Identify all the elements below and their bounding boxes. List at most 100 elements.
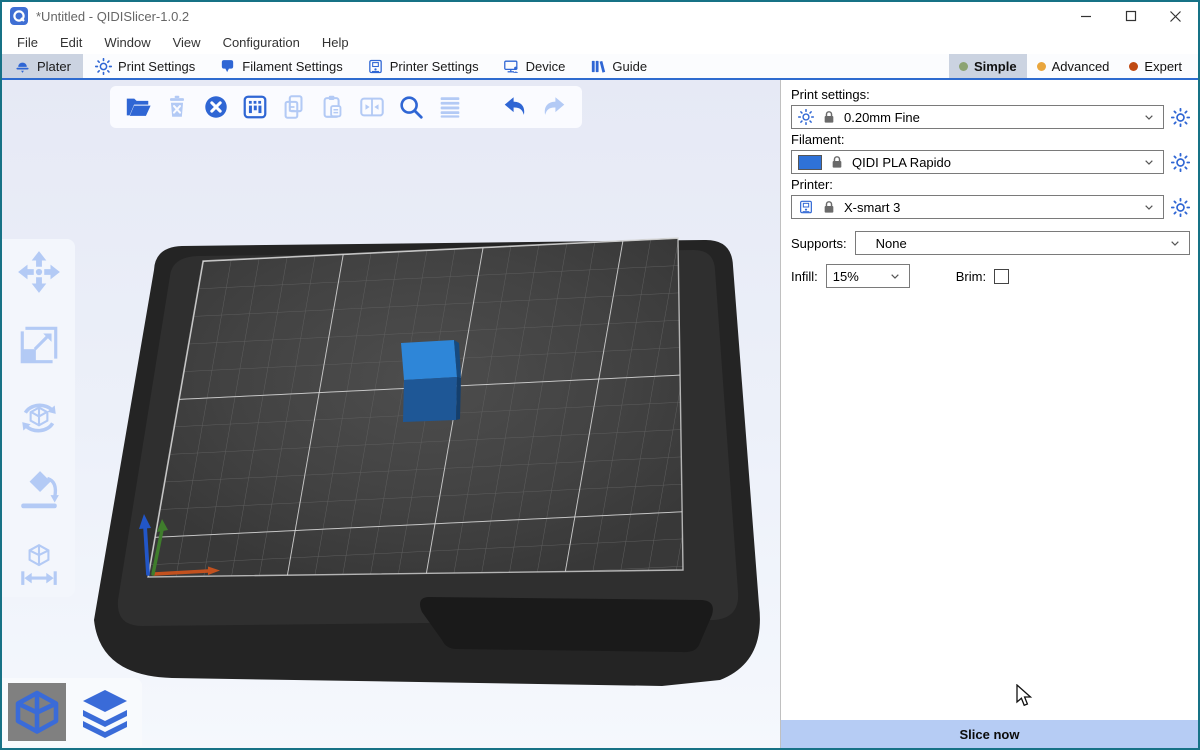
print-settings-label: Print settings: [791,87,1190,102]
supports-label: Supports: [791,236,847,251]
tab-label: Guide [612,59,647,74]
printer-combo[interactable]: X-smart 3 [791,195,1164,219]
mode-switcher: Simple Advanced Expert [949,54,1198,78]
move-tool-button[interactable] [16,249,62,295]
place-on-face-tool-button[interactable] [16,468,62,514]
chevron-down-icon [1167,235,1183,251]
printer-icon [367,58,384,75]
open-folder-button[interactable] [123,92,153,122]
tab-label: Filament Settings [242,59,342,74]
menu-window[interactable]: Window [93,33,161,52]
infill-combo[interactable]: 15% [826,264,910,288]
mode-label: Simple [974,59,1017,74]
tab-print-settings[interactable]: Print Settings [83,54,207,78]
tab-label: Print Settings [118,59,195,74]
app-window: *Untitled - QIDISlicer-1.0.2 File Edit W… [0,0,1200,750]
tab-plater[interactable]: Plater [2,54,83,78]
scale-tool-button[interactable] [16,322,62,368]
plate-handle [420,597,713,652]
tab-label: Plater [37,59,71,74]
infill-label: Infill: [791,269,818,284]
brim-checkbox[interactable] [994,269,1009,284]
3d-view-button[interactable] [8,683,66,741]
lock-icon [821,199,837,215]
title-bar: *Untitled - QIDISlicer-1.0.2 [2,2,1198,30]
guide-icon [589,58,606,75]
mode-expert[interactable]: Expert [1119,54,1192,78]
view-switch [2,678,142,746]
lock-icon [829,154,845,170]
printer-value: X-smart 3 [844,200,900,215]
tab-printer-settings[interactable]: Printer Settings [355,54,491,78]
minimize-button[interactable] [1063,2,1108,30]
maximize-button[interactable] [1108,2,1153,30]
close-button[interactable] [1153,2,1198,30]
3d-viewport[interactable] [2,80,780,748]
mode-label: Expert [1144,59,1182,74]
device-icon [503,58,520,75]
plater-icon [14,58,31,75]
build-plate-scene [2,80,780,748]
undo-button[interactable] [500,92,530,122]
infill-value: 15% [833,269,859,284]
menu-bar: File Edit Window View Configuration Help [2,30,1198,54]
print-settings-value: 0.20mm Fine [844,110,920,125]
copy-button[interactable] [279,92,309,122]
filament-combo[interactable]: QIDI PLA Rapido [791,150,1164,174]
layers-view-button[interactable] [76,683,134,741]
rotate-tool-button[interactable] [16,395,62,441]
plater-toolbar [110,86,582,128]
tab-bar: Plater Print Settings Filament Settings … [2,54,1198,80]
filament-value: QIDI PLA Rapido [852,155,951,170]
printer-icon [798,199,814,215]
variable-layer-height-button[interactable] [435,92,465,122]
brim-label: Brim: [956,269,986,284]
arrange-button[interactable] [240,92,270,122]
simple-dot-icon [959,62,968,71]
supports-combo[interactable]: None [855,231,1190,255]
window-title: *Untitled - QIDISlicer-1.0.2 [36,9,189,24]
lock-icon [821,109,837,125]
gizmo-toolbar [2,239,75,597]
chevron-down-icon [1141,199,1157,215]
filament-label: Filament: [791,132,1190,147]
chevron-down-icon [1141,154,1157,170]
print-settings-combo[interactable]: 0.20mm Fine [791,105,1164,129]
gear-icon [95,58,112,75]
measure-tool-button[interactable] [16,541,62,587]
slice-now-button[interactable]: Slice now [781,720,1198,748]
menu-edit[interactable]: Edit [49,33,93,52]
supports-value: None [862,236,907,251]
filament-color-swatch [798,155,822,170]
mouse-cursor [1016,684,1034,708]
tab-filament-settings[interactable]: Filament Settings [207,54,354,78]
printer-label: Printer: [791,177,1190,192]
menu-help[interactable]: Help [311,33,360,52]
chevron-down-icon [887,268,903,284]
split-objects-button[interactable] [357,92,387,122]
mode-advanced[interactable]: Advanced [1027,54,1120,78]
chevron-down-icon [1141,109,1157,125]
model-cube[interactable] [401,340,461,422]
menu-configuration[interactable]: Configuration [212,33,311,52]
tab-label: Device [526,59,566,74]
tab-device[interactable]: Device [491,54,578,78]
delete-all-button[interactable] [201,92,231,122]
expert-dot-icon [1129,62,1138,71]
filament-icon [219,58,236,75]
edit-filament-button[interactable] [1171,153,1190,172]
search-button[interactable] [396,92,426,122]
redo-button[interactable] [539,92,569,122]
tab-label: Printer Settings [390,59,479,74]
edit-printer-button[interactable] [1171,198,1190,217]
gear-icon [798,109,814,125]
edit-print-settings-button[interactable] [1171,108,1190,127]
tab-guide[interactable]: Guide [577,54,659,78]
menu-view[interactable]: View [162,33,212,52]
paste-button[interactable] [318,92,348,122]
advanced-dot-icon [1037,62,1046,71]
delete-button[interactable] [162,92,192,122]
menu-file[interactable]: File [6,33,49,52]
mode-label: Advanced [1052,59,1110,74]
mode-simple[interactable]: Simple [949,54,1027,78]
